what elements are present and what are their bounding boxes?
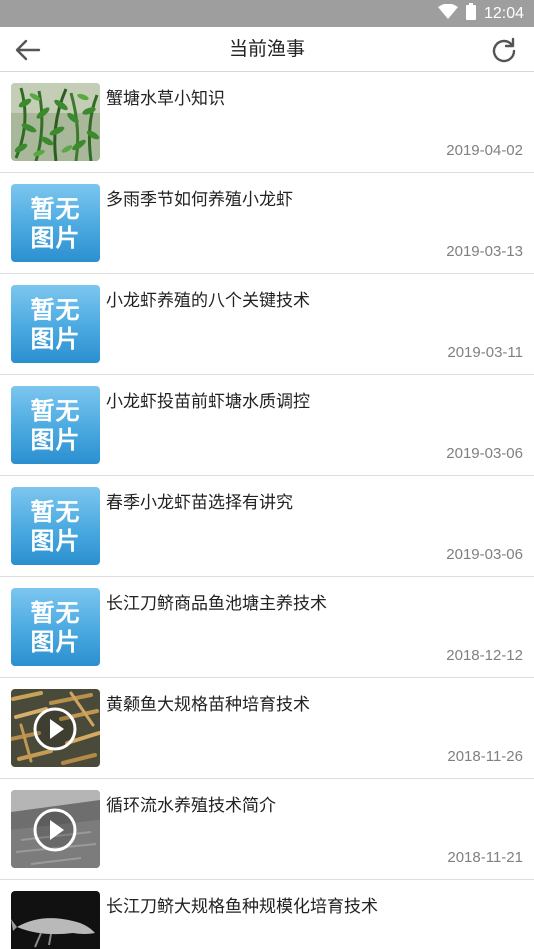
item-date: 2018-12-12 xyxy=(446,647,523,664)
page-title: 当前渔事 xyxy=(228,38,305,60)
no-image-placeholder: 暂无 图片 xyxy=(11,588,100,666)
item-title: 蟹塘水草小知识 xyxy=(106,89,225,109)
list-item[interactable]: 黄颡鱼大规格苗种培育技术 2018-11-26 xyxy=(0,678,534,779)
item-date: 2019-03-06 xyxy=(446,546,523,563)
list-item[interactable]: 暂无 图片 春季小龙虾苗选择有讲究 2019-03-06 xyxy=(0,476,534,577)
wifi-icon xyxy=(437,3,458,24)
refresh-icon xyxy=(492,37,516,63)
no-image-placeholder: 暂无 图片 xyxy=(11,487,100,565)
placeholder-text: 图片 xyxy=(30,425,81,454)
placeholder-text: 暂无 xyxy=(30,497,81,526)
item-title: 小龙虾养殖的八个关键技术 xyxy=(106,291,310,311)
thumbnail-image xyxy=(11,891,100,949)
item-title: 循环流水养殖技术简介 xyxy=(106,796,276,816)
placeholder-text: 暂无 xyxy=(30,396,81,425)
status-time: 12:04 xyxy=(483,4,524,22)
item-title: 春季小龙虾苗选择有讲究 xyxy=(106,493,293,513)
placeholder-text: 图片 xyxy=(30,526,81,555)
app-bar: 当前渔事 xyxy=(0,27,534,72)
no-image-placeholder: 暂无 图片 xyxy=(11,184,100,262)
item-date: 2019-03-06 xyxy=(446,445,523,462)
item-date: 2018-11-21 xyxy=(447,849,523,866)
back-button[interactable] xyxy=(12,35,44,65)
list-item[interactable]: 暂无 图片 小龙虾养殖的八个关键技术 2019-03-11 xyxy=(0,274,534,375)
list-item[interactable]: 暂无 图片 长江刀鲚商品鱼池塘主养技术 2018-12-12 xyxy=(0,577,534,678)
refresh-button[interactable] xyxy=(488,35,520,65)
item-date: 2018-11-26 xyxy=(447,748,523,765)
video-thumbnail xyxy=(11,689,100,767)
item-title: 小龙虾投苗前虾塘水质调控 xyxy=(106,392,310,412)
item-date: 2019-03-13 xyxy=(446,243,523,260)
item-title: 长江刀鲚大规格鱼种规模化培育技术 xyxy=(106,897,378,917)
thumbnail-image xyxy=(11,83,100,161)
item-date: 2019-04-02 xyxy=(446,142,523,159)
item-title: 长江刀鲚商品鱼池塘主养技术 xyxy=(106,594,327,614)
placeholder-text: 图片 xyxy=(30,223,81,252)
placeholder-text: 图片 xyxy=(30,627,81,656)
status-bar: 12:04 xyxy=(0,0,534,27)
arrow-left-icon xyxy=(15,39,41,61)
no-image-placeholder: 暂无 图片 xyxy=(11,386,100,464)
item-title: 多雨季节如何养殖小龙虾 xyxy=(106,190,293,210)
status-icons: 12:04 xyxy=(437,0,524,27)
video-thumbnail xyxy=(11,790,100,868)
article-list: 蟹塘水草小知识 2019-04-02 暂无 图片 多雨季节如何养殖小龙虾 201… xyxy=(0,72,534,949)
placeholder-text: 暂无 xyxy=(30,598,81,627)
battery-icon xyxy=(465,3,476,24)
item-date: 2019-03-11 xyxy=(447,344,523,361)
list-item[interactable]: 循环流水养殖技术简介 2018-11-21 xyxy=(0,779,534,880)
list-item[interactable]: 暂无 图片 小龙虾投苗前虾塘水质调控 2019-03-06 xyxy=(0,375,534,476)
placeholder-text: 暂无 xyxy=(30,295,81,324)
item-title: 黄颡鱼大规格苗种培育技术 xyxy=(106,695,310,715)
list-item[interactable]: 长江刀鲚大规格鱼种规模化培育技术 xyxy=(0,880,534,949)
list-item[interactable]: 蟹塘水草小知识 2019-04-02 xyxy=(0,72,534,173)
placeholder-text: 图片 xyxy=(30,324,81,353)
placeholder-text: 暂无 xyxy=(30,194,81,223)
list-item[interactable]: 暂无 图片 多雨季节如何养殖小龙虾 2019-03-13 xyxy=(0,173,534,274)
no-image-placeholder: 暂无 图片 xyxy=(11,285,100,363)
